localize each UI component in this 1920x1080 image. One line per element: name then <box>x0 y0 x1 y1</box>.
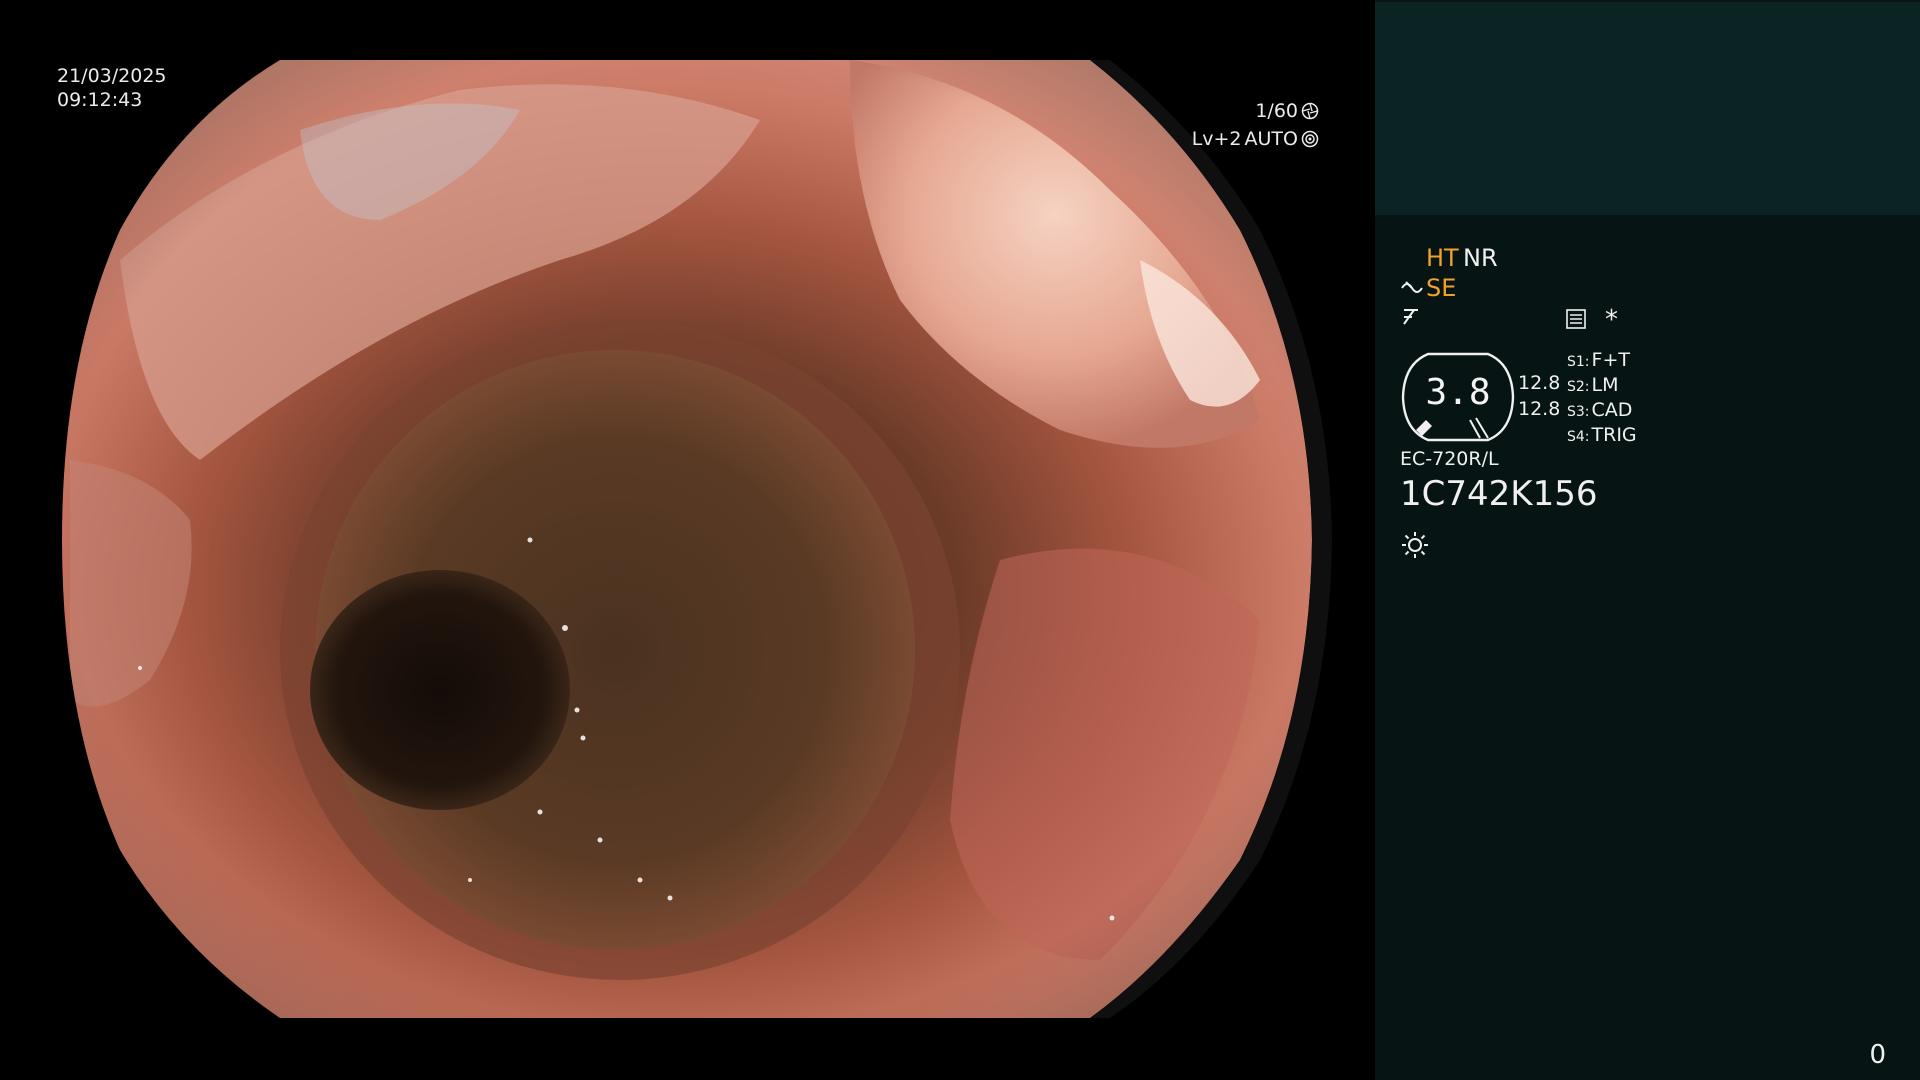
scope-serial: 1C742K156 <box>1400 474 1598 514</box>
switch-value: LM <box>1591 374 1619 396</box>
iris-icon <box>1301 130 1319 148</box>
se-mode-label: SE <box>1426 274 1457 302</box>
switch-row-s4: S4: TRIG <box>1567 424 1637 446</box>
endoscopy-monitor: 21/03/2025 09:12:43 1/60 Lv+2 AUTO HT NR <box>0 0 1920 1080</box>
switch-row-s3: S3: CAD <box>1567 399 1632 421</box>
switch-value: CAD <box>1591 399 1633 421</box>
switch-value: TRIG <box>1591 424 1637 446</box>
scope-model: EC-720R/L <box>1400 448 1499 470</box>
shutter-value: 1/60 <box>1255 100 1298 122</box>
structure-enhancement-icon <box>1401 281 1423 293</box>
switch-key: S3: <box>1567 404 1590 420</box>
switch-key: S2: <box>1567 379 1590 395</box>
switch-key: S1: <box>1567 354 1590 370</box>
level-value: Lv+2 <box>1191 128 1242 150</box>
shutter-readout: 1/60 <box>1255 99 1319 123</box>
switch-value: F+T <box>1591 349 1630 371</box>
light-source-icon <box>1402 532 1428 558</box>
image-counter: 0 <box>1869 1040 1886 1070</box>
value-readout-2: 12.8 <box>1518 398 1561 420</box>
status-asterisk: * <box>1605 305 1618 335</box>
switch-row-s1: S1: F+T <box>1567 349 1630 371</box>
nr-mode-label: NR <box>1463 244 1498 272</box>
gauge-value: 3.8 <box>1425 372 1491 413</box>
switch-key: S4: <box>1567 429 1590 445</box>
info-panel: HT NR SE * 3.8 12.8 12.8 S1: F+T S2: LM … <box>1375 0 1920 1080</box>
patient-info-area <box>1375 2 1920 215</box>
shutter-aperture-icon <box>1301 102 1319 120</box>
date-readout: 21/03/2025 <box>57 65 167 87</box>
settings-list-icon <box>1566 309 1586 329</box>
switch-row-s2: S2: LM <box>1567 374 1619 396</box>
ht-mode-label: HT <box>1426 244 1459 272</box>
endoscopic-image <box>62 60 1332 1018</box>
iris-mode: AUTO <box>1244 128 1298 150</box>
brightness-level-readout: Lv+2 AUTO <box>1192 127 1319 151</box>
value-readout-1: 12.8 <box>1518 372 1561 394</box>
enhancement-icon <box>1403 309 1418 325</box>
endoscopic-view: 21/03/2025 09:12:43 1/60 Lv+2 AUTO <box>0 0 1375 1080</box>
time-readout: 09:12:43 <box>57 89 143 111</box>
